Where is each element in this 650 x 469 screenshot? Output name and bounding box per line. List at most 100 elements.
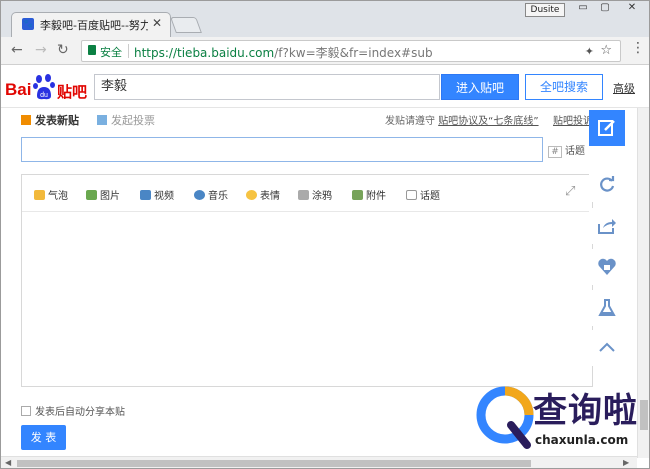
url-host: tieba.baidu.com (177, 46, 275, 60)
tab-vote-label: 发起投票 (111, 114, 155, 127)
search-q-logo-icon (476, 386, 534, 449)
chevron-up-icon (599, 342, 615, 352)
flask-icon (598, 299, 616, 316)
editor-graffiti-label: 涂鸦 (312, 191, 332, 202)
baidu-paw-icon: du (33, 74, 55, 100)
editor-graffiti-button[interactable]: 涂鸦 (298, 187, 332, 202)
baidu-favicon-icon: 🐾 (22, 18, 34, 30)
follow-button[interactable] (589, 249, 625, 285)
editor-topic-label: 话题 (420, 191, 440, 202)
tab-close-icon[interactable]: ✕ (152, 16, 162, 30)
publish-button[interactable]: 发 表 (21, 425, 66, 450)
new-tab-button[interactable] (170, 17, 202, 33)
editor-topic-button[interactable]: 话题 (406, 187, 440, 202)
hashtag-icon: # (548, 146, 562, 158)
music-icon (194, 190, 205, 200)
post-tabs: 发表新贴 发起投票 发贴请遵守 贴吧协议及“七条底线” 贴吧投诉 (21, 112, 593, 128)
bookmark-star-icon[interactable]: ☆ (600, 43, 612, 58)
auto-share-checkbox[interactable]: 发表后自动分享本贴 (21, 403, 125, 418)
attachment-icon (352, 190, 363, 200)
enter-tieba-button[interactable]: 进入贴吧 (441, 74, 519, 100)
refresh-icon (600, 176, 615, 192)
browser-window: 🐾 李毅吧-百度贴吧--努力 ✕ Dusite ▭ ▢ ✕ ← → ↻ 安全 h… (0, 0, 650, 469)
extension-icon[interactable]: ✦ (585, 45, 594, 58)
maximize-icon[interactable]: ▢ (595, 2, 615, 16)
editor-video-label: 视频 (154, 191, 174, 202)
profile-badge[interactable]: Dusite (525, 3, 565, 17)
topic-label: 话题 (565, 146, 585, 157)
editor-image-button[interactable]: 图片 (86, 187, 120, 202)
title-bar: 🐾 李毅吧-百度贴吧--努力 ✕ Dusite ▭ ▢ ✕ (1, 1, 649, 37)
advanced-search-link[interactable]: 高级 (613, 80, 635, 96)
editor-emoji-label: 表情 (260, 191, 280, 202)
browser-tab[interactable]: 🐾 李毅吧-百度贴吧--努力 ✕ (11, 12, 171, 37)
write-post-button[interactable] (589, 110, 625, 146)
vote-icon (97, 115, 107, 125)
checkbox-box[interactable] (21, 406, 31, 416)
complaint-link[interactable]: 贴吧投诉 (553, 112, 593, 127)
tieba-search-input[interactable]: 李毅 (94, 74, 440, 100)
watermark-domain: chaxunla.com (535, 433, 629, 447)
tab-new-post-label: 发表新贴 (35, 114, 79, 127)
editor-emoji-button[interactable]: 表情 (246, 187, 280, 202)
new-post-icon (21, 115, 31, 125)
logo-bai: Bai (5, 80, 32, 99)
address-bar[interactable]: 安全 https://tieba.baidu.com/f?kw=李毅&fr=in… (81, 40, 621, 62)
url-path: /f?kw=李毅&fr=index#sub (274, 46, 433, 60)
video-icon (140, 190, 151, 200)
chaxunla-watermark: 查询啦 chaxunla.com (475, 383, 645, 453)
post-rule-notice: 发贴请遵守 贴吧协议及“七条底线” (385, 112, 539, 127)
image-icon (86, 190, 97, 200)
scroll-right-icon[interactable]: ▶ (623, 458, 629, 467)
emoji-icon (246, 190, 257, 200)
lab-button[interactable] (589, 290, 625, 326)
hashtag-icon (406, 190, 417, 200)
editor-video-button[interactable]: 视频 (140, 187, 174, 202)
post-editor[interactable]: 气泡 图片 视频 音乐 表情 涂鸦 附件 话题 ⤢ (21, 174, 593, 387)
editor-attachment-label: 附件 (366, 191, 386, 202)
tab-new-post[interactable]: 发表新贴 (21, 112, 79, 128)
baidu-tieba-logo[interactable]: Bai du 贴吧 (5, 74, 89, 102)
topic-button[interactable]: # 话题 (548, 142, 585, 158)
browser-toolbar: ← → ↻ 安全 https://tieba.baidu.com/f?kw=李毅… (1, 37, 649, 65)
editor-music-label: 音乐 (208, 191, 228, 202)
horizontal-scroll-thumb[interactable] (17, 460, 531, 467)
window-close-icon[interactable]: ✕ (619, 2, 645, 16)
scroll-left-icon[interactable]: ◀ (5, 458, 11, 467)
tab-title: 李毅吧-百度贴吧--努力 (40, 19, 148, 32)
editor-bubble-button[interactable]: 气泡 (34, 187, 68, 202)
rule-agreement-link[interactable]: 贴吧协议及“七条底线” (438, 116, 538, 127)
tab-start-vote[interactable]: 发起投票 (97, 112, 155, 128)
forward-arrow-icon[interactable]: → (35, 42, 47, 58)
share-button[interactable] (589, 208, 625, 244)
tieba-header: Bai du 贴吧 李毅 进入贴吧 全吧搜索 高级 (1, 66, 649, 108)
heart-icon (598, 258, 616, 275)
svg-text:du: du (40, 92, 48, 99)
edit-icon (598, 120, 615, 136)
editor-attachment-button[interactable]: 附件 (352, 187, 386, 202)
browser-menu-icon[interactable]: ⋮ (631, 41, 645, 55)
fullscreen-expand-icon[interactable]: ⤢ (565, 184, 575, 199)
post-title-input[interactable] (21, 137, 543, 162)
reload-icon[interactable]: ↻ (57, 42, 69, 58)
url-scheme: https:// (134, 46, 178, 60)
editor-image-label: 图片 (100, 191, 120, 202)
editor-bubble-label: 气泡 (48, 191, 68, 202)
share-icon (598, 219, 616, 234)
url-text[interactable]: https://tieba.baidu.com/f?kw=李毅&fr=index… (134, 44, 433, 61)
watermark-chinese: 查询啦 (533, 391, 638, 431)
refresh-button[interactable] (589, 166, 625, 202)
rule-prefix: 发贴请遵守 (385, 116, 435, 127)
back-to-top-button[interactable] (589, 330, 625, 366)
editor-music-button[interactable]: 音乐 (194, 187, 228, 202)
logo-tieba: 贴吧 (57, 83, 88, 101)
all-tieba-search-button[interactable]: 全吧搜索 (525, 74, 603, 100)
back-arrow-icon[interactable]: ← (11, 42, 23, 58)
minimize-icon[interactable]: ▭ (573, 2, 593, 16)
editor-toolbar: 气泡 图片 视频 音乐 表情 涂鸦 附件 话题 ⤢ (22, 175, 592, 212)
horizontal-scrollbar[interactable]: ◀ ▶ (1, 456, 637, 468)
bubble-icon (34, 190, 45, 200)
lock-icon (88, 45, 96, 55)
graffiti-icon (298, 190, 309, 200)
auto-share-label: 发表后自动分享本贴 (35, 407, 125, 418)
